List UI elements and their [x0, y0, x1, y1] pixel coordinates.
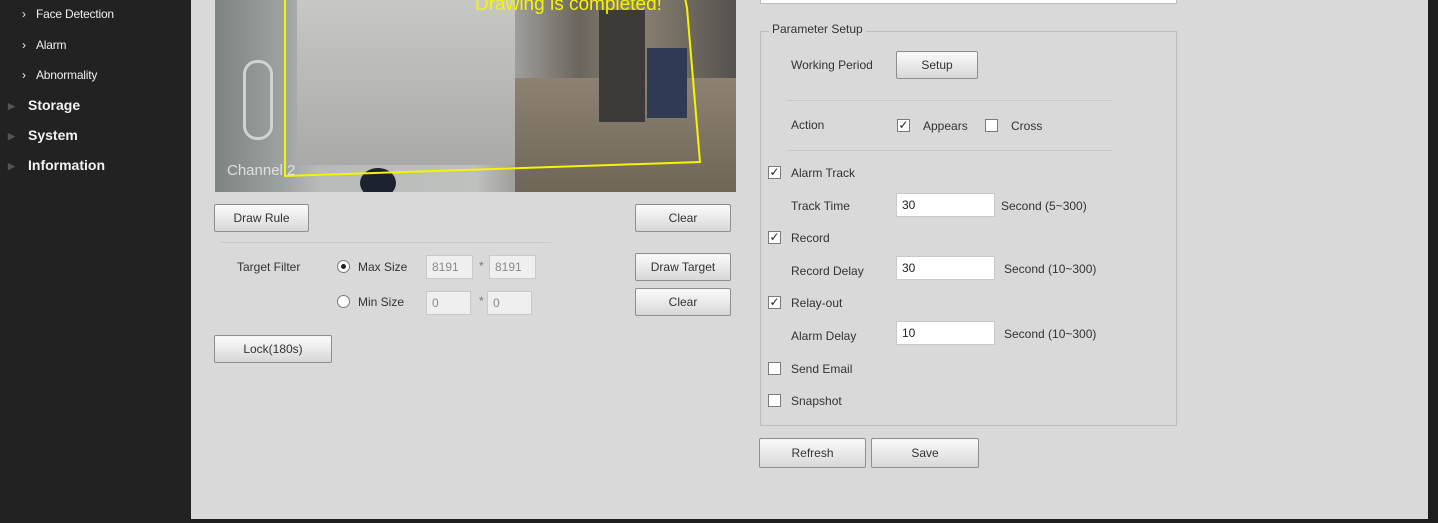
sidebar-item-system[interactable]: ▶ System — [8, 127, 78, 143]
times-sign: * — [479, 259, 484, 273]
chevron-right-icon: › — [22, 7, 26, 21]
action-label: Action — [791, 118, 825, 132]
draw-target-button[interactable]: Draw Target — [635, 253, 731, 281]
divider — [787, 100, 1112, 101]
track-time-label: Track Time — [791, 199, 850, 213]
min-width-field[interactable]: 0 — [426, 291, 471, 315]
snapshot-label: Snapshot — [791, 394, 842, 408]
alarm-track-label: Alarm Track — [791, 166, 856, 180]
triangle-right-icon: ▶ — [8, 101, 15, 111]
cross-label: Cross — [1011, 119, 1043, 133]
chevron-right-icon: › — [22, 68, 26, 82]
draw-rule-button[interactable]: Draw Rule — [214, 204, 309, 232]
appears-label: Appears — [923, 119, 968, 133]
max-height-field[interactable]: 8191 — [489, 255, 536, 279]
working-period-label: Working Period — [791, 58, 873, 72]
times-sign: * — [479, 294, 484, 308]
appears-checkbox[interactable]: ✓ — [897, 119, 910, 132]
alarm-delay-label: Alarm Delay — [791, 329, 857, 343]
channel-label: Channel 2 — [227, 162, 296, 179]
max-size-radio[interactable] — [337, 260, 350, 273]
app-window: { "sidebar": { "sub_items": [ {"label": … — [0, 0, 1438, 523]
triangle-right-icon: ▶ — [8, 161, 15, 171]
main-panel: Drawing is completed! Channel 2 Draw Rul… — [191, 0, 1428, 519]
min-height-field[interactable]: 0 — [487, 291, 532, 315]
sidebar-item-information[interactable]: ▶ Information — [8, 157, 105, 173]
sidebar-item-alarm[interactable]: › Alarm — [22, 38, 67, 52]
sidebar-item-abnormality[interactable]: › Abnormality — [22, 68, 97, 82]
window-right-edge — [1428, 0, 1438, 523]
snapshot-checkbox[interactable] — [768, 394, 781, 407]
sidebar: › Face Detection › Alarm › Abnormality ▶ Sto… — [0, 0, 191, 523]
target-filter-label: Target Filter — [237, 260, 301, 274]
setup-button[interactable]: Setup — [896, 51, 978, 79]
refresh-button[interactable]: Refresh — [759, 438, 866, 468]
lock-button[interactable]: Lock(180s) — [214, 335, 332, 363]
relay-out-checkbox[interactable]: ✓ — [768, 296, 781, 309]
alarm-delay-unit: Second (10~300) — [1004, 327, 1097, 341]
min-size-radio[interactable] — [337, 295, 350, 308]
record-label: Record — [791, 231, 830, 245]
record-delay-input[interactable]: 30 — [896, 256, 995, 280]
track-time-input[interactable]: 30 — [896, 193, 995, 217]
sidebar-item-face-detection[interactable]: › Face Detection — [22, 7, 114, 21]
video-preview[interactable]: Drawing is completed! Channel 2 — [215, 0, 736, 192]
record-delay-unit: Second (10~300) — [1004, 262, 1097, 276]
parameter-setup-legend: Parameter Setup — [769, 22, 866, 36]
sidebar-item-label: Information — [28, 157, 105, 173]
alarm-track-checkbox[interactable]: ✓ — [768, 166, 781, 179]
sidebar-item-label: System — [28, 127, 78, 143]
drawing-status-message: Drawing is completed! — [475, 0, 662, 15]
max-size-label: Max Size — [358, 260, 408, 274]
clear-target-button[interactable]: Clear — [635, 288, 731, 316]
cross-checkbox[interactable] — [985, 119, 998, 132]
relay-out-label: Relay-out — [791, 296, 843, 310]
sidebar-item-label: Face Detection — [36, 7, 114, 21]
triangle-right-icon: ▶ — [8, 131, 15, 141]
sidebar-item-label: Abnormality — [36, 68, 98, 82]
send-email-checkbox[interactable] — [768, 362, 781, 375]
record-checkbox[interactable]: ✓ — [768, 231, 781, 244]
send-email-label: Send Email — [791, 362, 853, 376]
top-dropdown-edge[interactable] — [760, 0, 1177, 4]
alarm-delay-input[interactable]: 10 — [896, 321, 995, 345]
sidebar-item-storage[interactable]: ▶ Storage — [8, 97, 80, 113]
chevron-right-icon: › — [22, 38, 26, 52]
max-width-field[interactable]: 8191 — [426, 255, 473, 279]
divider — [787, 150, 1112, 151]
record-delay-label: Record Delay — [791, 264, 864, 278]
min-size-label: Min Size — [358, 295, 405, 309]
sidebar-item-label: Alarm — [36, 38, 67, 52]
track-time-unit: Second (5~300) — [1001, 199, 1087, 213]
sidebar-item-label: Storage — [28, 97, 81, 113]
save-button[interactable]: Save — [871, 438, 979, 468]
clear-rule-button[interactable]: Clear — [635, 204, 731, 232]
divider — [221, 242, 551, 243]
